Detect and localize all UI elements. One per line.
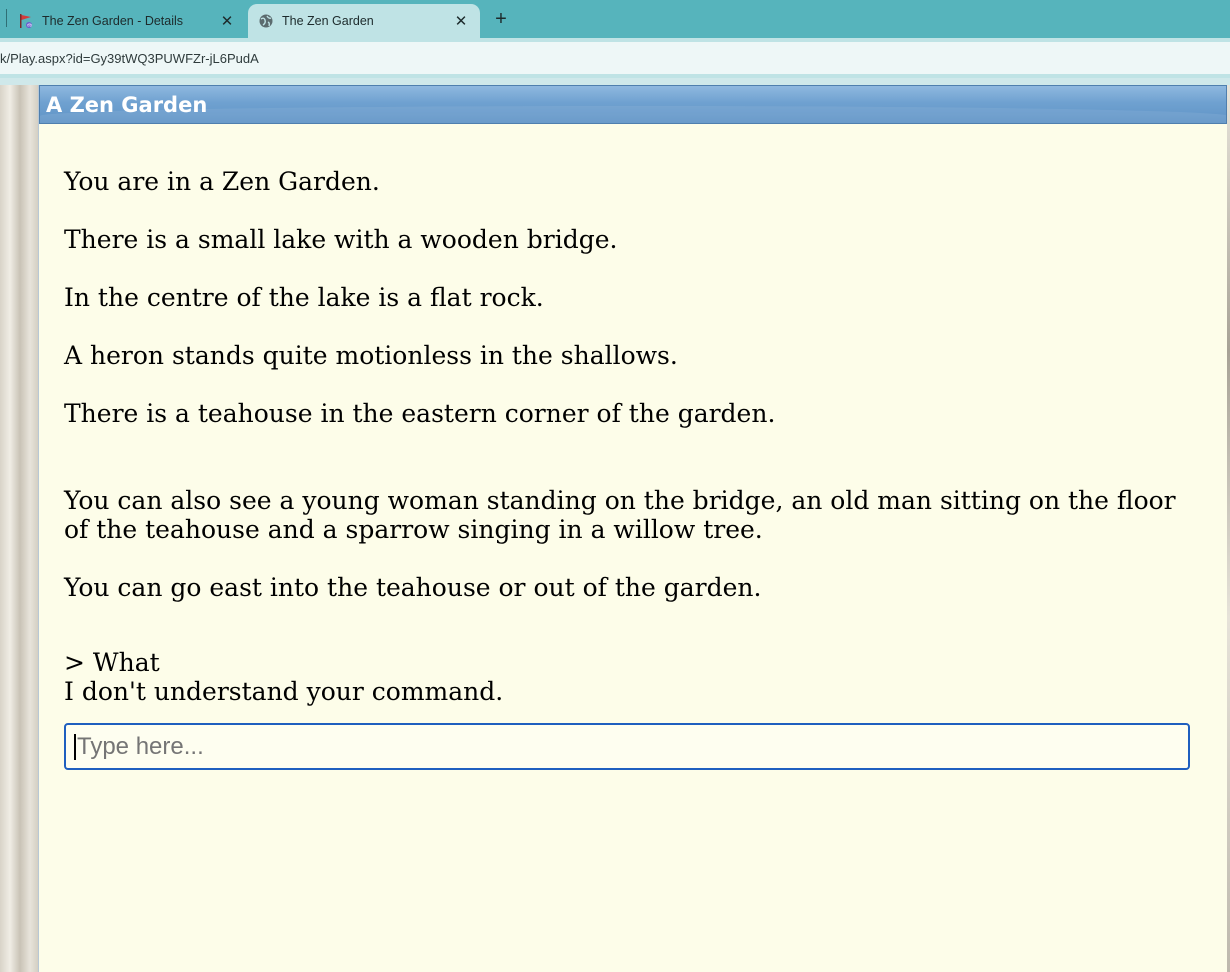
room-line: You are in a Zen Garden.: [64, 167, 380, 196]
text-caret: [74, 733, 76, 760]
player-command-echo: > What: [64, 648, 160, 677]
room-line: A heron stands quite motionless in the s…: [64, 341, 678, 370]
objects-description: You can also see a young woman standing …: [64, 486, 1176, 544]
exits-description: You can go east into the teahouse or out…: [64, 573, 762, 602]
room-line: In the centre of the lake is a flat rock…: [64, 283, 544, 312]
command-input[interactable]: Type here...: [64, 723, 1190, 770]
parser-response: I don't understand your command.: [64, 677, 504, 706]
tab-title: The Zen Garden: [282, 14, 374, 28]
header-wave-decoration: [40, 106, 1226, 123]
room-line: There is a small lake with a wooden brid…: [64, 225, 618, 254]
game-panel: A Zen Garden You are in a Zen Garden. Th…: [38, 85, 1227, 972]
browser-toolbar: k/Play.aspx?id=Gy39tWQ3PUWFZr-jL6PudA: [0, 38, 1230, 78]
tab-separator: [6, 9, 7, 27]
tab-zen-garden-details[interactable]: db The Zen Garden - Details ✕: [10, 4, 246, 38]
tab-close-icon[interactable]: ✕: [450, 12, 472, 30]
toolbar-divider: [0, 78, 1230, 85]
tab-close-icon[interactable]: ✕: [216, 12, 238, 30]
game-transcript: You are in a Zen Garden. There is a smal…: [64, 167, 1204, 706]
globe-icon: [259, 14, 273, 28]
game-title: A Zen Garden: [46, 92, 208, 117]
game-header: A Zen Garden: [39, 85, 1227, 124]
ifdb-flag-icon: db: [20, 14, 33, 28]
new-tab-button[interactable]: +: [488, 6, 514, 32]
svg-text:db: db: [27, 23, 33, 28]
room-line: There is a teahouse in the eastern corne…: [64, 399, 776, 428]
tab-zen-garden[interactable]: The Zen Garden ✕: [248, 4, 480, 38]
tab-title: The Zen Garden - Details: [42, 14, 184, 28]
address-bar[interactable]: k/Play.aspx?id=Gy39tWQ3PUWFZr-jL6PudA: [0, 42, 1230, 74]
command-input-placeholder: Type here...: [77, 732, 204, 760]
browser-tab-bar: db The Zen Garden - Details ✕ The Zen Ga…: [0, 0, 1230, 38]
